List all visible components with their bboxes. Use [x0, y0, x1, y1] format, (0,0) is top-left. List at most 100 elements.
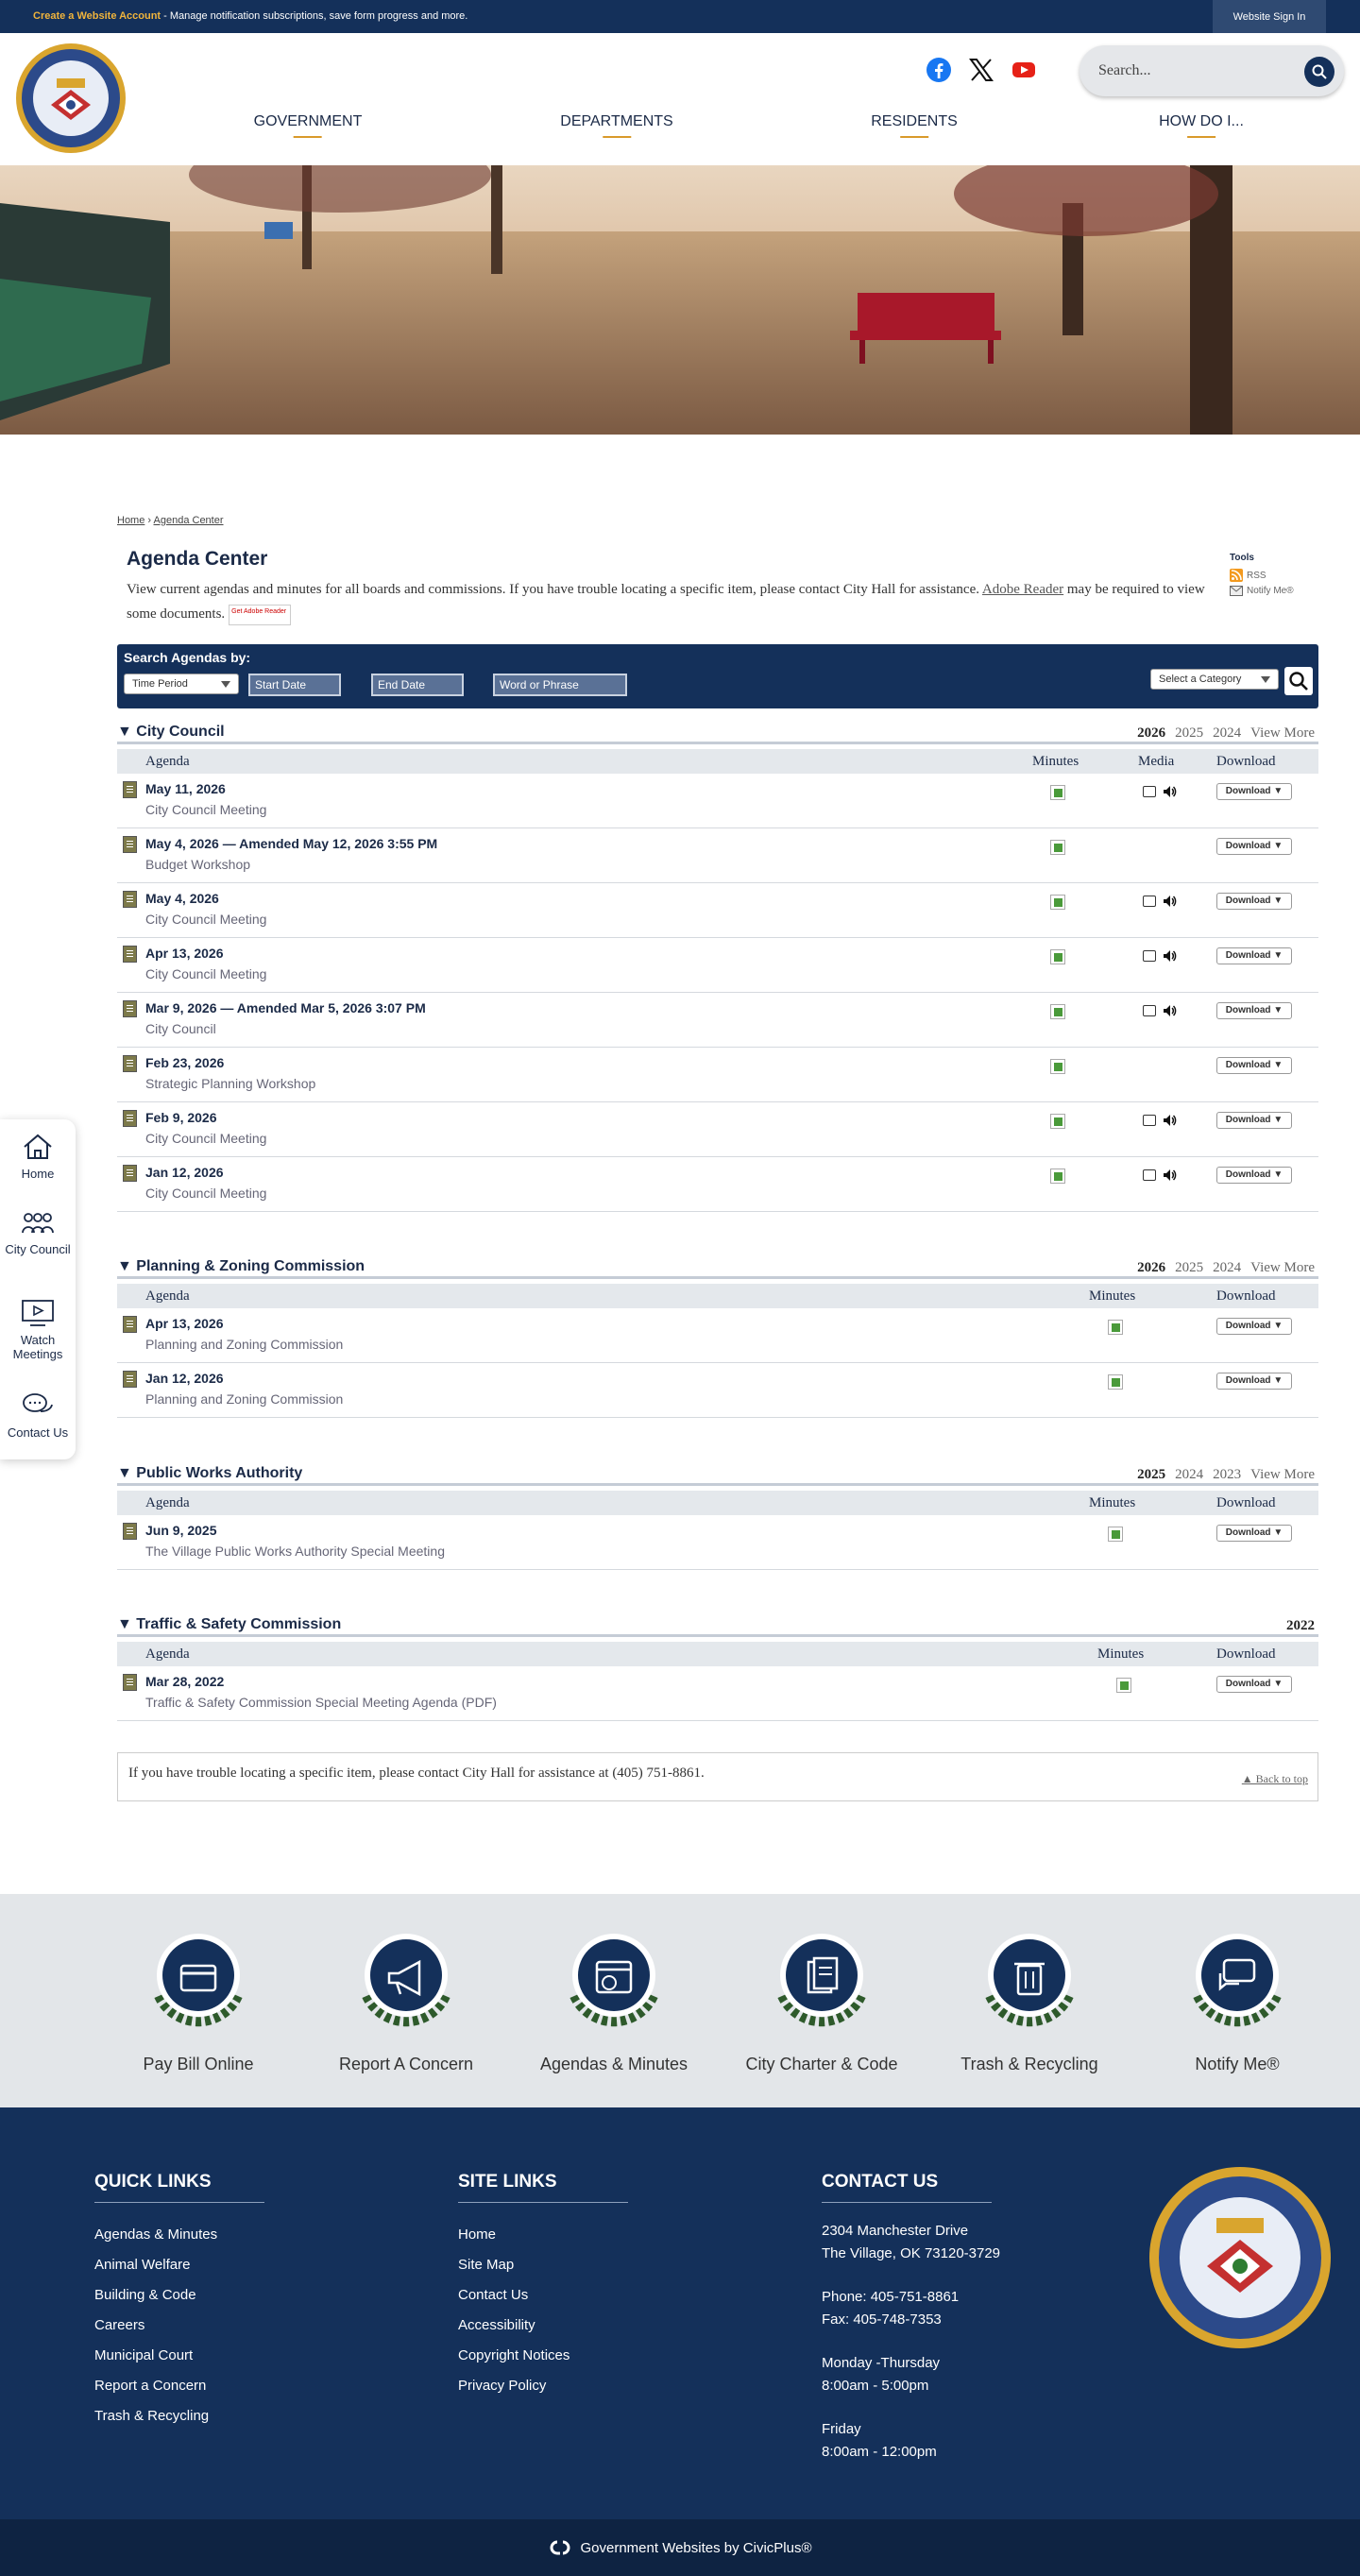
- agenda-date[interactable]: Feb 9, 2026: [145, 1110, 217, 1125]
- minutes-doc-icon[interactable]: [1050, 785, 1065, 800]
- word-phrase-field[interactable]: Word or Phrase: [493, 674, 627, 696]
- minutes-doc-icon[interactable]: [1050, 1059, 1065, 1074]
- download-button[interactable]: Download ▼: [1216, 893, 1292, 910]
- agenda-date[interactable]: Apr 13, 2026: [145, 1316, 224, 1331]
- footer-link[interactable]: Animal Welfare: [94, 2250, 264, 2280]
- footer-link[interactable]: Contact Us: [458, 2280, 628, 2311]
- footer-link[interactable]: Site Map: [458, 2250, 628, 2280]
- minutes-doc-icon[interactable]: [1108, 1374, 1123, 1390]
- video-icon[interactable]: [1143, 950, 1156, 962]
- city-logo[interactable]: [15, 43, 127, 154]
- phone[interactable]: Phone: 405-751-8861: [822, 2286, 1000, 2309]
- video-icon[interactable]: [1143, 786, 1156, 797]
- nav-departments[interactable]: DEPARTMENTS: [560, 113, 672, 138]
- agenda-doc-icon[interactable]: [123, 836, 137, 853]
- side-watch-meetings[interactable]: Watch Meetings: [0, 1299, 76, 1361]
- audio-icon[interactable]: [1162, 948, 1177, 964]
- footer-link[interactable]: Municipal Court: [94, 2341, 264, 2371]
- start-date-field[interactable]: Start Date: [248, 674, 341, 696]
- year-tab[interactable]: 2025: [1175, 1260, 1203, 1276]
- minutes-doc-icon[interactable]: [1050, 949, 1065, 964]
- minutes-doc-icon[interactable]: [1108, 1320, 1123, 1335]
- nav-government[interactable]: GOVERNMENT: [254, 113, 363, 138]
- agenda-doc-icon[interactable]: [123, 781, 137, 798]
- footer-link[interactable]: Copyright Notices: [458, 2341, 628, 2371]
- view-more-link[interactable]: View More: [1250, 725, 1315, 742]
- quick-link[interactable]: Pay Bill Online: [113, 1922, 283, 2074]
- year-tab[interactable]: 2025: [1137, 1467, 1165, 1483]
- minutes-doc-icon[interactable]: [1050, 1169, 1065, 1184]
- quick-link[interactable]: Notify Me®: [1152, 1922, 1322, 2074]
- agenda-doc-icon[interactable]: [123, 1110, 137, 1127]
- year-tab[interactable]: 2022: [1286, 1618, 1315, 1634]
- agenda-doc-icon[interactable]: [123, 946, 137, 963]
- view-more-link[interactable]: View More: [1250, 1260, 1315, 1276]
- agenda-date[interactable]: May 4, 2026 — Amended May 12, 2026 3:55 …: [145, 836, 437, 851]
- agenda-doc-icon[interactable]: [123, 1316, 137, 1333]
- search-button[interactable]: [1304, 57, 1334, 87]
- civicplus-text[interactable]: Government Websites by CivicPlus®: [580, 2540, 811, 2556]
- breadcrumb-agenda-center[interactable]: Agenda Center: [154, 515, 224, 526]
- create-account-link[interactable]: Create a Website Account: [33, 10, 161, 22]
- year-tab[interactable]: 2024: [1175, 1467, 1203, 1483]
- download-button[interactable]: Download ▼: [1216, 1002, 1292, 1019]
- footer-link[interactable]: Home: [458, 2220, 628, 2250]
- end-date-field[interactable]: End Date: [371, 674, 464, 696]
- quick-link[interactable]: Agendas & Minutes: [529, 1922, 699, 2074]
- agenda-doc-icon[interactable]: [123, 1055, 137, 1072]
- year-tab[interactable]: 2026: [1137, 725, 1165, 742]
- footer-link[interactable]: Agendas & Minutes: [94, 2220, 264, 2250]
- year-tab[interactable]: 2024: [1213, 725, 1241, 742]
- agenda-date[interactable]: Apr 13, 2026: [145, 946, 224, 961]
- audio-icon[interactable]: [1162, 784, 1177, 799]
- side-home[interactable]: Home: [0, 1133, 76, 1181]
- download-button[interactable]: Download ▼: [1216, 1112, 1292, 1129]
- year-tab[interactable]: 2024: [1213, 1260, 1241, 1276]
- section-title[interactable]: ▼ Planning & Zoning Commission: [117, 1258, 365, 1275]
- search-input[interactable]: [1098, 59, 1287, 83]
- time-period-select[interactable]: Time Period: [124, 674, 239, 694]
- footer-link[interactable]: Careers: [94, 2311, 264, 2341]
- quick-link[interactable]: Trash & Recycling: [944, 1922, 1114, 2074]
- view-more-link[interactable]: View More: [1250, 1467, 1315, 1483]
- youtube-icon[interactable]: [1011, 57, 1037, 83]
- agenda-date[interactable]: Mar 9, 2026 — Amended Mar 5, 2026 3:07 P…: [145, 1000, 426, 1015]
- side-contact-us[interactable]: Contact Us: [0, 1391, 76, 1440]
- quick-link[interactable]: Report A Concern: [321, 1922, 491, 2074]
- x-icon[interactable]: [968, 57, 994, 83]
- download-button[interactable]: Download ▼: [1216, 1373, 1292, 1390]
- agenda-date[interactable]: Mar 28, 2022: [145, 1674, 224, 1689]
- download-button[interactable]: Download ▼: [1216, 1167, 1292, 1184]
- nav-how-do-i[interactable]: HOW DO I...: [1159, 113, 1244, 138]
- footer-link[interactable]: Report a Concern: [94, 2371, 264, 2401]
- minutes-doc-icon[interactable]: [1050, 1114, 1065, 1129]
- agenda-date[interactable]: May 4, 2026: [145, 891, 219, 906]
- agenda-date[interactable]: Feb 23, 2026: [145, 1055, 224, 1070]
- footer-link[interactable]: Privacy Policy: [458, 2371, 628, 2401]
- nav-residents[interactable]: RESIDENTS: [871, 113, 958, 138]
- agenda-doc-icon[interactable]: [123, 1371, 137, 1388]
- quick-link[interactable]: City Charter & Code: [737, 1922, 907, 2074]
- category-select[interactable]: Select a Category: [1150, 669, 1279, 690]
- year-tab[interactable]: 2026: [1137, 1260, 1165, 1276]
- footer-link[interactable]: Trash & Recycling: [94, 2401, 264, 2431]
- download-button[interactable]: Download ▼: [1216, 1525, 1292, 1542]
- year-tab[interactable]: 2025: [1175, 725, 1203, 742]
- download-button[interactable]: Download ▼: [1216, 838, 1292, 855]
- audio-icon[interactable]: [1162, 894, 1177, 909]
- video-icon[interactable]: [1143, 1005, 1156, 1016]
- search-agendas-button[interactable]: [1284, 667, 1313, 695]
- year-tab[interactable]: 2023: [1213, 1467, 1241, 1483]
- agenda-date[interactable]: Jan 12, 2026: [145, 1371, 224, 1386]
- video-icon[interactable]: [1143, 896, 1156, 907]
- download-button[interactable]: Download ▼: [1216, 783, 1292, 800]
- audio-icon[interactable]: [1162, 1003, 1177, 1018]
- adobe-reader-link[interactable]: Adobe Reader: [982, 582, 1063, 597]
- agenda-doc-icon[interactable]: [123, 1165, 137, 1182]
- agenda-doc-icon[interactable]: [123, 891, 137, 908]
- agenda-date[interactable]: Jun 9, 2025: [145, 1523, 217, 1538]
- footer-link[interactable]: Accessibility: [458, 2311, 628, 2341]
- minutes-doc-icon[interactable]: [1116, 1678, 1131, 1693]
- agenda-doc-icon[interactable]: [123, 1674, 137, 1691]
- back-to-top-link[interactable]: ▲ Back to top: [1242, 1772, 1308, 1786]
